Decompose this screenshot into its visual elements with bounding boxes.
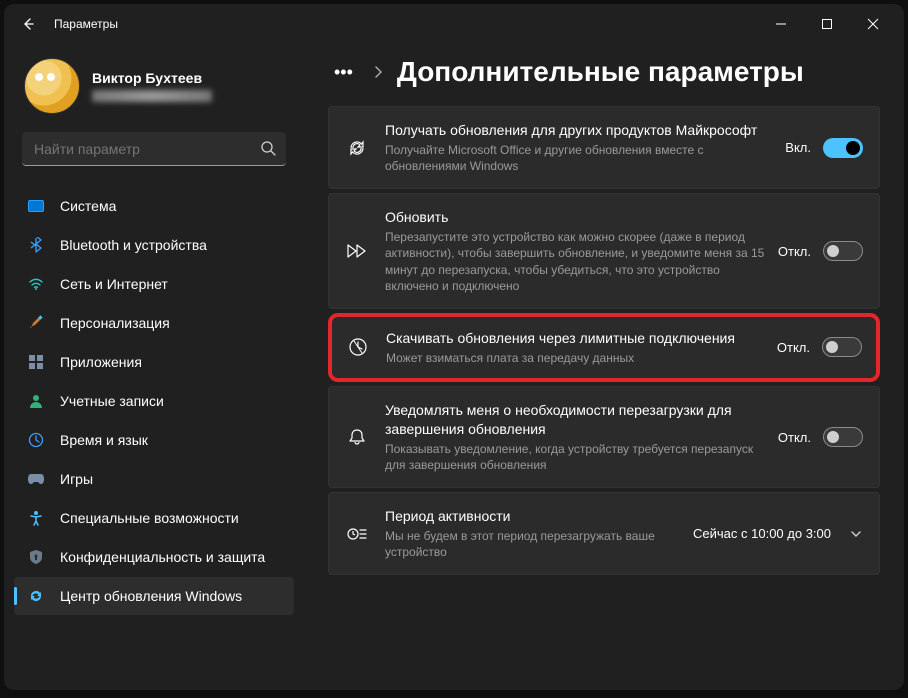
window-title: Параметры xyxy=(54,17,118,31)
bluetooth-icon xyxy=(26,235,46,255)
active-hours-value: Сейчас с 10:00 до 3:00 xyxy=(693,526,831,541)
maximize-button[interactable] xyxy=(804,8,850,40)
arrow-left-icon xyxy=(20,16,36,32)
card-title: Получать обновления для других продуктов… xyxy=(385,121,775,140)
toggle-restart-notify[interactable] xyxy=(823,427,863,447)
breadcrumb: ••• Дополнительные параметры xyxy=(328,56,880,88)
minimize-icon xyxy=(775,18,787,30)
sidebar-item-personalization[interactable]: Персонализация xyxy=(14,304,294,342)
toggle-state-label: Откл. xyxy=(778,430,811,445)
sidebar-item-label: Приложения xyxy=(60,354,142,370)
nav-list: Система Bluetooth и устройства Сеть и Ин… xyxy=(14,186,294,616)
sidebar-item-label: Конфиденциальность и защита xyxy=(60,549,265,565)
search-icon xyxy=(260,140,276,156)
card-desc: Получайте Microsoft Office и другие обно… xyxy=(385,142,775,174)
chevron-down-icon xyxy=(849,527,863,541)
sidebar-item-apps[interactable]: Приложения xyxy=(14,343,294,381)
sidebar-item-label: Специальные возможности xyxy=(60,510,239,526)
titlebar: Параметры xyxy=(4,4,904,44)
card-title: Обновить xyxy=(385,208,768,227)
profile-email-blurred xyxy=(92,90,212,102)
windows-update-icon xyxy=(26,586,46,606)
shield-icon xyxy=(26,547,46,567)
sidebar-item-time-language[interactable]: Время и язык xyxy=(14,421,294,459)
close-icon xyxy=(867,18,879,30)
sidebar-item-label: Время и язык xyxy=(60,432,148,448)
sidebar: Виктор Бухтеев Система Bluetooth и устро… xyxy=(4,44,304,690)
gamepad-icon xyxy=(26,469,46,489)
profile-name: Виктор Бухтеев xyxy=(92,70,212,86)
sidebar-item-network[interactable]: Сеть и Интернет xyxy=(14,265,294,303)
toggle-metered-download[interactable] xyxy=(822,337,862,357)
back-button[interactable] xyxy=(12,8,44,40)
apps-icon xyxy=(26,352,46,372)
card-title: Период активности xyxy=(385,507,683,526)
toggle-restart-asap[interactable] xyxy=(823,241,863,261)
card-title: Уведомлять меня о необходимости перезагр… xyxy=(385,401,768,439)
accessibility-icon xyxy=(26,508,46,528)
sidebar-item-system[interactable]: Система xyxy=(14,187,294,225)
card-desc: Мы не будем в этот период перезагружать … xyxy=(385,528,683,560)
sidebar-item-label: Учетные записи xyxy=(60,393,164,409)
page-title: Дополнительные параметры xyxy=(397,56,804,88)
paintbrush-icon xyxy=(26,313,46,333)
display-icon xyxy=(26,196,46,216)
breadcrumb-overflow-button[interactable]: ••• xyxy=(328,58,359,87)
metered-icon xyxy=(342,337,374,357)
main-content: ••• Дополнительные параметры Получать об… xyxy=(304,44,904,690)
card-desc: Показывать уведомление, когда устройству… xyxy=(385,441,768,473)
active-hours-icon xyxy=(341,524,373,544)
person-icon xyxy=(26,391,46,411)
fast-forward-icon xyxy=(341,241,373,261)
sidebar-item-privacy[interactable]: Конфиденциальность и защита xyxy=(14,538,294,576)
card-desc: Перезапустите это устройство как можно с… xyxy=(385,229,768,294)
sidebar-item-bluetooth[interactable]: Bluetooth и устройства xyxy=(14,226,294,264)
sidebar-item-label: Сеть и Интернет xyxy=(60,276,168,292)
toggle-state-label: Вкл. xyxy=(785,140,811,155)
card-restart-asap[interactable]: Обновить Перезапустите это устройство ка… xyxy=(328,193,880,309)
avatar xyxy=(24,58,80,114)
sidebar-item-windows-update[interactable]: Центр обновления Windows xyxy=(14,577,294,615)
bell-icon xyxy=(341,427,373,447)
settings-cards: Получать обновления для других продуктов… xyxy=(328,106,880,575)
card-metered-download[interactable]: Скачивать обновления через лимитные подк… xyxy=(328,313,880,382)
profile-block[interactable]: Виктор Бухтеев xyxy=(14,52,294,132)
card-active-hours[interactable]: Период активности Мы не будем в этот пер… xyxy=(328,492,880,575)
sidebar-item-label: Игры xyxy=(60,471,93,487)
sidebar-item-label: Bluetooth и устройства xyxy=(60,237,207,253)
clock-globe-icon xyxy=(26,430,46,450)
maximize-icon xyxy=(821,18,833,30)
sidebar-item-accounts[interactable]: Учетные записи xyxy=(14,382,294,420)
toggle-state-label: Откл. xyxy=(778,244,811,259)
minimize-button[interactable] xyxy=(758,8,804,40)
card-other-products-updates[interactable]: Получать обновления для других продуктов… xyxy=(328,106,880,189)
sync-icon xyxy=(341,138,373,158)
card-title: Скачивать обновления через лимитные подк… xyxy=(386,329,767,348)
search-box[interactable] xyxy=(22,132,286,166)
sidebar-item-label: Система xyxy=(60,198,116,214)
toggle-state-label: Откл. xyxy=(777,340,810,355)
card-restart-notify[interactable]: Уведомлять меня о необходимости перезагр… xyxy=(328,386,880,488)
sidebar-item-gaming[interactable]: Игры xyxy=(14,460,294,498)
sidebar-item-accessibility[interactable]: Специальные возможности xyxy=(14,499,294,537)
close-button[interactable] xyxy=(850,8,896,40)
toggle-other-products[interactable] xyxy=(823,138,863,158)
chevron-right-icon xyxy=(373,65,383,79)
sidebar-item-label: Центр обновления Windows xyxy=(60,588,242,604)
search-input[interactable] xyxy=(22,132,286,166)
settings-window: Параметры Виктор Бухтеев xyxy=(4,4,904,690)
sidebar-item-label: Персонализация xyxy=(60,315,170,331)
card-desc: Может взиматься плата за передачу данных xyxy=(386,350,767,366)
wifi-icon xyxy=(26,274,46,294)
